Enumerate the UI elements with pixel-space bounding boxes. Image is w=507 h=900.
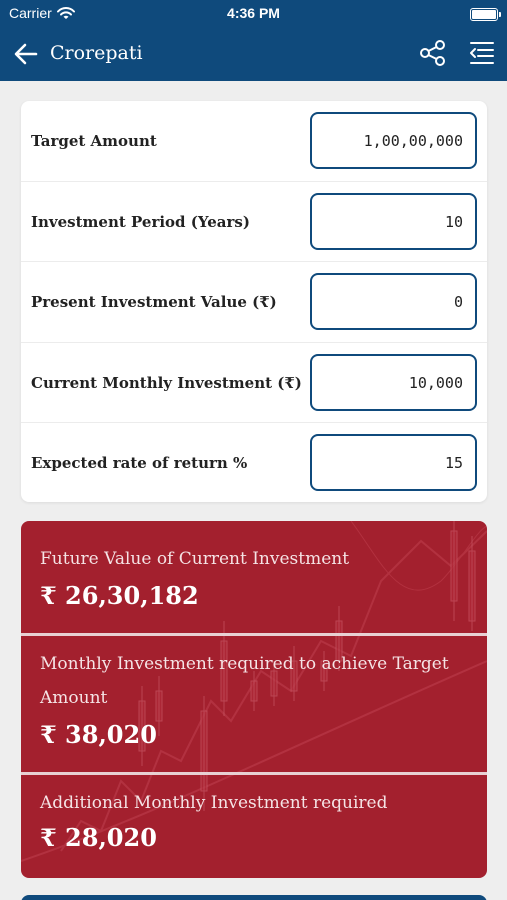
monthly-investment-row: Current Monthly Investment (₹) bbox=[21, 342, 487, 422]
input-form-card: Target Amount Investment Period (Years) … bbox=[21, 101, 487, 502]
bottom-card-peek bbox=[21, 895, 487, 900]
status-time: 4:36 PM bbox=[227, 5, 280, 21]
page-title: Crorepati bbox=[50, 42, 143, 64]
battery-icon bbox=[470, 8, 501, 21]
result-divider bbox=[21, 772, 487, 775]
app-bar: Crorepati bbox=[0, 28, 507, 81]
return-rate-label: Expected rate of return % bbox=[31, 454, 248, 472]
return-rate-row: Expected rate of return % bbox=[21, 422, 487, 502]
menu-collapse-icon[interactable] bbox=[466, 38, 496, 68]
arrow-left-icon[interactable] bbox=[12, 40, 40, 68]
monthly-investment-label: Current Monthly Investment (₹) bbox=[31, 374, 302, 392]
investment-period-row: Investment Period (Years) bbox=[21, 181, 487, 261]
target-amount-label: Target Amount bbox=[31, 132, 157, 150]
additional-monthly-amount: ₹ 28,020 bbox=[40, 823, 157, 852]
return-rate-input[interactable] bbox=[310, 434, 477, 491]
results-card: Future Value of Current Investment ₹ 26,… bbox=[21, 521, 487, 878]
monthly-investment-input[interactable] bbox=[310, 354, 477, 411]
monthly-required-label: Monthly Investment required to achieve T… bbox=[40, 654, 449, 708]
future-value-amount: ₹ 26,30,182 bbox=[40, 581, 199, 610]
result-divider bbox=[21, 633, 487, 636]
share-icon[interactable] bbox=[418, 38, 448, 68]
investment-period-label: Investment Period (Years) bbox=[31, 213, 250, 231]
target-amount-row: Target Amount bbox=[21, 101, 487, 181]
monthly-required-amount: ₹ 38,020 bbox=[40, 720, 157, 749]
status-bar: Carrier 4:36 PM bbox=[0, 0, 507, 28]
present-investment-label: Present Investment Value (₹) bbox=[31, 293, 277, 311]
investment-period-input[interactable] bbox=[310, 193, 477, 250]
additional-monthly-label: Additional Monthly Investment required bbox=[40, 793, 388, 813]
present-investment-row: Present Investment Value (₹) bbox=[21, 261, 487, 341]
present-investment-input[interactable] bbox=[310, 273, 477, 330]
target-amount-input[interactable] bbox=[310, 112, 477, 169]
future-value-label: Future Value of Current Investment bbox=[40, 549, 350, 569]
